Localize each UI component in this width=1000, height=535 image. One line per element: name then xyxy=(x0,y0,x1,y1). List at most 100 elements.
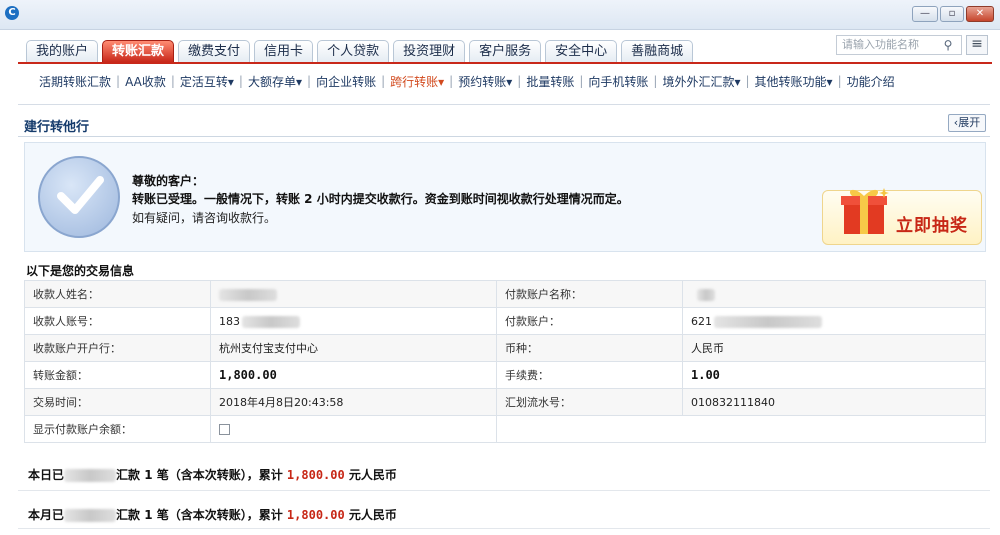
tab-mall[interactable]: 善融商城 xyxy=(621,40,694,62)
tab-security-center[interactable]: 安全中心 xyxy=(545,40,618,62)
serial-value: 010832111840 xyxy=(682,388,986,416)
amount-number: 1,800.00 xyxy=(219,368,277,382)
subnav-label: 大额存单 xyxy=(247,74,296,89)
payer-account-label: 付款账户： xyxy=(496,307,683,335)
table-row: 收款账户开户行： 杭州支付宝支付中心 币种： 人民币 xyxy=(24,334,986,362)
expand-button[interactable]: ‹展开 xyxy=(948,114,986,132)
subnav-separator: | xyxy=(449,74,454,88)
lottery-label[interactable]: 立即抽奖 xyxy=(896,211,968,236)
daily-amount: 1,800.00 xyxy=(286,468,345,482)
subnav-label: 定活互转 xyxy=(179,74,228,89)
balance-label: 显示付款账户余额： xyxy=(24,415,211,443)
expand-label: 展开 xyxy=(958,116,981,129)
currency-label: 币种： xyxy=(496,334,683,362)
close-button[interactable]: ✕ xyxy=(966,6,994,22)
table-row: 收款人姓名： 付款账户名称： xyxy=(24,280,986,308)
monthly-summary: 本月已 汇款 1 笔（含本次转账），累计 1,800.00 元人民币 xyxy=(28,506,397,523)
subnav-fixed-current[interactable]: 定活互转▾ xyxy=(177,73,237,90)
subnav-separator: | xyxy=(238,74,243,88)
payee-name-label: 收款人姓名： xyxy=(24,280,211,308)
divider xyxy=(18,528,990,529)
redacted-value xyxy=(714,315,822,328)
subnav-to-company[interactable]: 向企业转账 xyxy=(313,73,379,90)
currency-value: 人民币 xyxy=(682,334,986,362)
subnav-intro[interactable]: 功能介绍 xyxy=(844,73,898,90)
table-row: 显示付款账户余额： xyxy=(24,415,986,443)
transaction-info-table: 收款人姓名： 付款账户名称： 收款人账号： 183 付款账户： 621 收款账户… xyxy=(24,280,986,443)
tab-personal-loan[interactable]: 个人贷款 xyxy=(317,40,390,62)
payer-account-prefix: 621 xyxy=(691,314,712,328)
section-title: 建行转他行 xyxy=(24,120,90,135)
sub-navigation: 活期转账汇款 | AA收款 | 定活互转▾ | 大额存单▾ | 向企业转账 | 跨行转账▾… xyxy=(36,72,898,90)
consult-message: 如有疑问，请咨询收款行。 xyxy=(132,211,277,225)
show-balance-checkbox[interactable] xyxy=(219,424,230,435)
subnav-batch[interactable]: 批量转账 xyxy=(523,73,577,90)
subnav-overseas[interactable]: 境外外汇汇款▾ xyxy=(659,73,743,90)
daily-mid: 汇款 1 笔（含本次转账），累计 xyxy=(116,468,283,482)
subnav-separator: | xyxy=(745,74,750,88)
main-tabs: 我的账户 转账汇款 缴费支付 信用卡 个人贷款 投资理财 客户服务 安全中心 善… xyxy=(26,40,697,62)
subnav-aa-collect[interactable]: AA收款 xyxy=(122,73,169,90)
menu-icon[interactable]: ≡ xyxy=(966,35,988,55)
monthly-prefix: 本月已 xyxy=(28,508,65,522)
tab-credit-card[interactable]: 信用卡 xyxy=(254,40,314,62)
redacted-value xyxy=(64,509,117,522)
browser-app-icon: C xyxy=(5,6,19,20)
subnav-separator: | xyxy=(116,74,121,88)
gift-box-icon xyxy=(841,188,889,234)
tab-my-account[interactable]: 我的账户 xyxy=(26,40,99,62)
daily-suffix: 元人民币 xyxy=(348,468,397,482)
monthly-suffix: 元人民币 xyxy=(348,508,397,522)
amount-value: 1,800.00 xyxy=(210,361,497,389)
subnav-label: 其他转账功能 xyxy=(754,74,827,89)
subnav-large-deposit[interactable]: 大额存单▾ xyxy=(245,73,305,90)
checkmark-icon xyxy=(57,176,104,214)
subnav-label: 跨行转账 xyxy=(390,74,439,89)
payer-name-value xyxy=(682,280,986,308)
monthly-amount: 1,800.00 xyxy=(286,508,345,522)
payee-bank-label: 收款账户开户行： xyxy=(24,334,211,362)
daily-prefix: 本日已 xyxy=(28,468,65,482)
time-label: 交易时间： xyxy=(24,388,211,416)
payee-name-value xyxy=(210,280,497,308)
transaction-info-title: 以下是您的交易信息 xyxy=(26,264,135,278)
amount-label: 转账金额： xyxy=(24,361,211,389)
redacted-value xyxy=(697,288,715,301)
subnav-separator: | xyxy=(579,74,584,88)
payee-account-value: 183 xyxy=(210,307,497,335)
divider xyxy=(18,104,990,105)
payee-account-label: 收款人账号： xyxy=(24,307,211,335)
subnav-separator: | xyxy=(307,74,312,88)
redacted-value xyxy=(64,469,117,482)
subnav-separator: | xyxy=(517,74,522,88)
maximize-button[interactable]: ▫ xyxy=(940,6,964,22)
subnav-label: 境外外汇汇款 xyxy=(662,74,735,89)
subnav-scheduled[interactable]: 预约转账▾ xyxy=(455,73,515,90)
empty-cell xyxy=(496,415,986,443)
fee-number: 1.00 xyxy=(691,368,720,382)
subnav-current-transfer[interactable]: 活期转账汇款 xyxy=(36,73,114,90)
monthly-mid: 汇款 1 笔（含本次转账），累计 xyxy=(116,508,283,522)
tab-transfer[interactable]: 转账汇款 xyxy=(102,40,175,62)
divider xyxy=(18,490,990,491)
redacted-value xyxy=(219,288,277,301)
subnav-other[interactable]: 其他转账功能▾ xyxy=(752,73,836,90)
section-underline xyxy=(18,136,990,137)
fee-value: 1.00 xyxy=(682,361,986,389)
accepted-message: 转账已受理。一般情况下，转账 2 小时内提交收款行。资金到账时间视收款行处理情况… xyxy=(132,192,629,206)
tab-payment[interactable]: 缴费支付 xyxy=(178,40,251,62)
payer-account-value: 621 xyxy=(682,307,986,335)
minimize-button[interactable]: — xyxy=(912,6,938,22)
redacted-value xyxy=(242,315,300,328)
table-row: 收款人账号： 183 付款账户： 621 xyxy=(24,307,986,335)
subnav-to-mobile[interactable]: 向手机转账 xyxy=(585,73,651,90)
payee-account-prefix: 183 xyxy=(219,314,240,328)
tab-investment[interactable]: 投资理财 xyxy=(393,40,466,62)
tab-underline xyxy=(18,62,992,64)
search-icon[interactable]: ⚲ xyxy=(940,38,956,52)
subnav-interbank[interactable]: 跨行转账▾ xyxy=(387,73,447,90)
tab-customer-service[interactable]: 客户服务 xyxy=(469,40,542,62)
balance-checkbox-cell xyxy=(210,415,497,443)
payee-bank-value: 杭州支付宝支付中心 xyxy=(210,334,497,362)
window-titlebar: C — ▫ ✕ xyxy=(0,0,1000,30)
